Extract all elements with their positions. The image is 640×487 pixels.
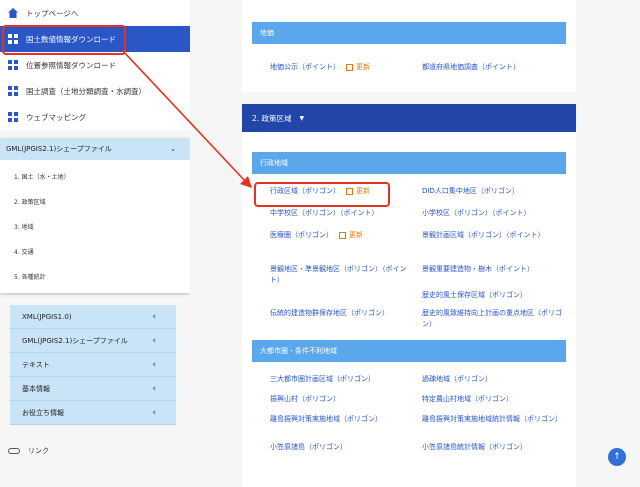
data-link[interactable]: DID人口集中地区（ポリゴン） xyxy=(422,186,566,208)
data-link[interactable]: 歴史的風致維持向上計画の重点地区（ポリゴン） xyxy=(422,308,566,338)
nav-item-top[interactable]: トップページへ xyxy=(0,0,190,26)
accordion-item-useful-info[interactable]: お役立ち情報 ‹ xyxy=(10,401,176,425)
data-link[interactable]: 振興山村（ポリゴン） xyxy=(270,394,414,414)
data-link[interactable]: 中学校区（ポリゴン）（ポイント） xyxy=(270,208,414,230)
arrow-up-icon: ↑ xyxy=(613,452,621,462)
gml-category-item[interactable]: 1. 国土（水・土地） xyxy=(0,164,190,189)
main-content: 地価 地価公示（ポイント） 更新 都道府県地価調査（ポイント） 2. 政策区域 … xyxy=(190,0,640,487)
section-2-title: 2. 政策区域 xyxy=(252,113,292,123)
gml-category-list: 1. 国土（水・土地） 2. 政策区域 3. 地域 4. 交通 5. 各種統計 xyxy=(0,160,190,293)
data-link[interactable]: 過疎地域（ポリゴン） xyxy=(422,374,566,394)
gyosei-links: 行政区域（ポリゴン） 更新 DID人口集中地区（ポリゴン） 中学校区（ポリゴン）… xyxy=(242,186,576,338)
link-label: リンク xyxy=(28,447,49,455)
nav-item-label: 位置参照情報ダウンロード xyxy=(26,60,116,70)
caret-down-icon: ▼ xyxy=(299,114,305,122)
gml-panel-title: GML(JPGIS2.1)シェープファイル xyxy=(6,145,112,153)
data-link[interactable]: 小学校区（ポリゴン）（ポイント） xyxy=(422,208,566,230)
accordion-item-label: XML(JPGIS1.0) xyxy=(22,312,72,321)
grid-icon xyxy=(8,60,18,70)
nav-item-label: 国土調査（土地分類調査・水調査） xyxy=(26,86,146,96)
daitoshi-links: 三大都市圏計画区域（ポリゴン） 過疎地域（ポリゴン） 振興山村（ポリゴン） 特定… xyxy=(242,374,576,458)
link-nav-item[interactable]: リンク xyxy=(8,446,49,456)
document-icon xyxy=(339,232,346,239)
section-bar-daitoshi: 大都市圏・条件不利地域 xyxy=(252,340,566,362)
gml-category-item[interactable]: 3. 地域 xyxy=(0,214,190,239)
data-link[interactable]: 小笠原諸島統計情報（ポリゴン） xyxy=(422,442,566,458)
data-link[interactable]: 離島振興対策実施地域（ポリゴン） xyxy=(270,414,414,442)
accordion-item-text[interactable]: テキスト ‹ xyxy=(10,353,176,377)
nav-item-label: ウェブマッピング xyxy=(26,112,86,122)
accordion-item-label: テキスト xyxy=(22,360,50,369)
chevron-down-icon: ⌄ xyxy=(170,145,176,153)
data-link[interactable]: 景観重要建造物・樹木（ポイント） xyxy=(422,264,566,284)
chika-panel: 地価 地価公示（ポイント） 更新 都道府県地価調査（ポイント） xyxy=(242,0,576,92)
chevron-left-icon: ‹ xyxy=(152,359,156,370)
nav-item-kokudo-chosa[interactable]: 国土調査（土地分類調査・水調査） xyxy=(0,78,190,104)
gml-category-item[interactable]: 5. 各種統計 xyxy=(0,264,190,289)
section-2-panel: 2. 政策区域 ▼ 行政地域 行政区域（ポリゴン） 更新 DID人口集中地区（ポ… xyxy=(242,104,576,487)
document-icon xyxy=(346,64,353,71)
data-link[interactable]: 都道府県地価調査（ポイント） xyxy=(422,62,566,73)
chevron-left-icon: ‹ xyxy=(152,407,156,418)
sidebar: トップページへ 国土数値情報ダウンロード 位置参照情報ダウンロード 国土調査（土… xyxy=(0,0,190,487)
gml-category-item[interactable]: 4. 交通 xyxy=(0,239,190,264)
scroll-to-top-button[interactable]: ↑ xyxy=(608,448,626,466)
link-icon xyxy=(8,448,20,454)
data-link[interactable]: 景観地区・準景観地区（ポリゴン）（ポイント） xyxy=(270,264,414,290)
chevron-left-icon: ‹ xyxy=(152,311,156,322)
accordion-item-label: 基本情報 xyxy=(22,384,50,393)
data-link[interactable]: 三大都市圏計画区域（ポリゴン） xyxy=(270,374,414,394)
grid-icon xyxy=(8,112,18,122)
sidebar-nav: トップページへ 国土数値情報ダウンロード 位置参照情報ダウンロード 国土調査（土… xyxy=(0,0,190,130)
data-link[interactable]: 伝統的建造物群保存地区（ポリゴン） xyxy=(270,308,414,338)
accordion-item-label: GML(JPGIS2.1)シェープファイル xyxy=(22,336,128,345)
nav-item-web-mapping[interactable]: ウェブマッピング xyxy=(0,104,190,130)
section-bar-gyosei: 行政地域 xyxy=(252,152,566,174)
highlight-box-link xyxy=(254,182,390,207)
accordion-item-gml[interactable]: GML(JPGIS2.1)シェープファイル ‹ xyxy=(10,329,176,353)
nav-item-ichi-download[interactable]: 位置参照情報ダウンロード xyxy=(0,52,190,78)
update-badge: 更新 xyxy=(346,62,370,73)
gml-panel: GML(JPGIS2.1)シェープファイル ⌄ 1. 国土（水・土地） 2. 政… xyxy=(0,138,190,293)
chika-links: 地価公示（ポイント） 更新 都道府県地価調査（ポイント） xyxy=(242,62,576,73)
chevron-left-icon: ‹ xyxy=(152,335,156,346)
section-2-header[interactable]: 2. 政策区域 ▼ xyxy=(242,104,576,132)
data-link[interactable]: 景観計画区域（ポリゴン）（ポイント） xyxy=(422,230,566,264)
data-link[interactable]: 地価公示（ポイント） 更新 xyxy=(270,62,414,73)
accordion-item-label: お役立ち情報 xyxy=(22,408,64,417)
update-badge: 更新 xyxy=(339,230,363,241)
section-bar-chika: 地価 xyxy=(252,22,566,44)
data-link[interactable]: 特定農山村地域（ポリゴン） xyxy=(422,394,566,414)
gml-category-item[interactable]: 2. 政策区域 xyxy=(0,189,190,214)
highlight-box-nav xyxy=(2,25,126,55)
accordion-item-basic-info[interactable]: 基本情報 ‹ xyxy=(10,377,176,401)
gml-panel-header[interactable]: GML(JPGIS2.1)シェープファイル ⌄ xyxy=(0,138,190,160)
home-icon xyxy=(8,8,18,18)
nav-item-label: トップページへ xyxy=(26,8,79,18)
data-link[interactable]: 離島振興対策実施地域統計情報（ポリゴン） xyxy=(422,414,566,442)
chevron-left-icon: ‹ xyxy=(152,383,156,394)
data-link[interactable]: 医療圏（ポリゴン） 更新 xyxy=(270,230,414,264)
data-link[interactable]: 歴史的風土保存区域（ポリゴン） xyxy=(422,290,566,308)
accordion-item-xml[interactable]: XML(JPGIS1.0) ‹ xyxy=(10,305,176,329)
empty-cell xyxy=(270,290,414,308)
data-link[interactable]: 小笠原諸島（ポリゴン） xyxy=(270,442,414,458)
grid-icon xyxy=(8,86,18,96)
format-accordion: XML(JPGIS1.0) ‹ GML(JPGIS2.1)シェープファイル ‹ … xyxy=(10,305,176,425)
